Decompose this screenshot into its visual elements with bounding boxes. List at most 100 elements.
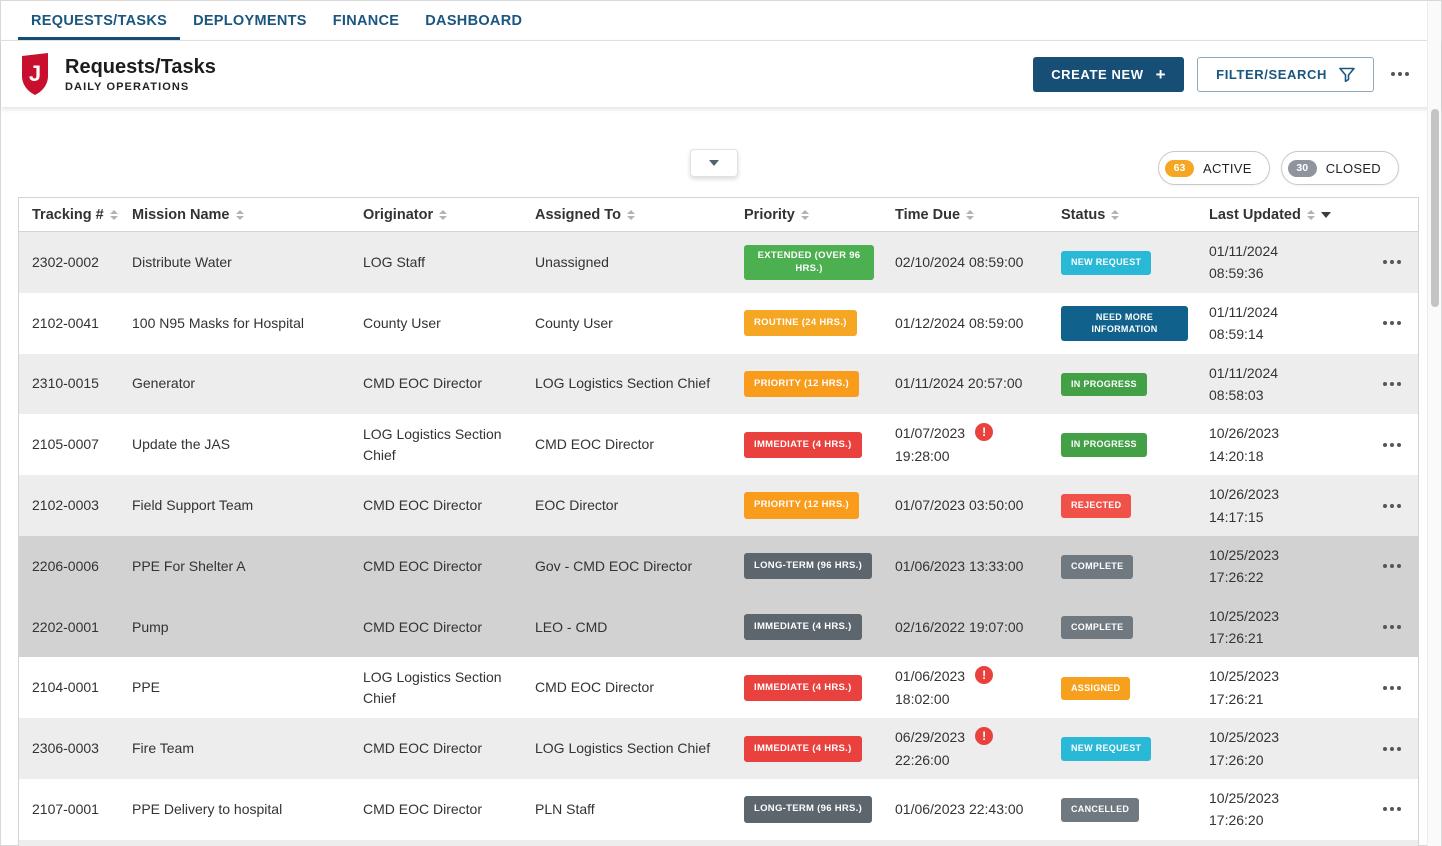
priority-badge: IMMEDIATE (4 HRS.) — [744, 614, 862, 640]
cell-originator: LOG Staff — [350, 244, 522, 281]
cell-time-due: 02/16/2022 19:07:00 ! — [882, 609, 1048, 646]
cell-time-due: 02/10/2024 08:59:00 ! — [882, 244, 1048, 281]
plus-icon: + — [1156, 66, 1167, 83]
cell-last-updated: 10/26/2023 14:17:15 — [1196, 475, 1360, 536]
row-more-icon[interactable] — [1379, 435, 1405, 455]
closed-filter-pill[interactable]: 30 CLOSED — [1281, 151, 1399, 185]
column-label: Status — [1061, 207, 1105, 223]
scrollbar-thumb[interactable] — [1431, 109, 1439, 307]
last-updated-time: 08:58:03 — [1209, 384, 1352, 406]
cell-status: NEED MORE INFORMATION — [1048, 298, 1196, 349]
filter-search-button[interactable]: FILTER/SEARCH — [1197, 57, 1374, 92]
last-updated-date: 10/25/2023 — [1209, 726, 1352, 748]
row-more-icon[interactable] — [1379, 799, 1405, 819]
cell-last-updated: 10/25/2023 17:26:20 — [1196, 718, 1360, 779]
status-badge: REJECTED — [1061, 494, 1131, 518]
column-header[interactable]: Originator — [350, 207, 522, 223]
sort-desc-icon — [1321, 212, 1331, 218]
collapse-panel-button[interactable] — [690, 149, 738, 177]
table-row[interactable]: 2104-0001 PPE LOG Logistics Section Chie… — [19, 657, 1418, 718]
cell-status: ASSIGNED — [1048, 668, 1196, 709]
table-row[interactable]: 2107-0001 PPE Delivery to hospital CMD E… — [19, 779, 1418, 840]
cell-row-actions — [1360, 731, 1418, 767]
page-title: Requests/Tasks — [65, 55, 216, 79]
column-header[interactable]: Assigned To — [522, 207, 731, 223]
cell-time-due: 01/06/202318:02:00 ! — [882, 657, 1048, 718]
cell-assigned-to: Gov - CMD EOC Director — [522, 548, 731, 585]
column-header[interactable]: Mission Name — [119, 207, 350, 223]
last-updated-time: 14:20:18 — [1209, 445, 1352, 467]
page-scrollbar[interactable] — [1427, 1, 1441, 846]
table-row[interactable]: 2302-0002 Distribute Water LOG Staff Una… — [19, 232, 1418, 293]
last-updated-time: 17:26:20 — [1209, 809, 1352, 831]
status-badge: ASSIGNED — [1061, 677, 1130, 701]
row-more-icon[interactable] — [1379, 617, 1405, 637]
table-row[interactable]: 2105-0007 Update the JAS LOG Logistics S… — [19, 414, 1418, 475]
header-more-icon[interactable] — [1387, 64, 1413, 84]
cell-row-actions — [1360, 427, 1418, 463]
nav-tab[interactable]: DEPLOYMENTS — [180, 1, 320, 40]
table-row[interactable]: 2310-0015 Generator CMD EOC Director LOG… — [19, 354, 1418, 415]
cell-priority: EXTENDED (OVER 96 HRS.) — [731, 237, 882, 288]
time-due-text: 01/06/2023 22:43:00 — [895, 799, 1023, 820]
nav-tab[interactable]: REQUESTS/TASKS — [18, 1, 180, 40]
cell-row-actions — [1360, 609, 1418, 645]
table-row[interactable]: 2206-0006 PPE For Shelter A CMD EOC Dire… — [19, 536, 1418, 597]
filter-funnel-icon — [1339, 67, 1355, 82]
table-row[interactable]: 2205-0002 Front End Loader JUV - EOC Man… — [19, 840, 1418, 846]
create-new-button[interactable]: CREATE NEW + — [1033, 57, 1184, 92]
status-badge: NEED MORE INFORMATION — [1061, 306, 1188, 341]
row-more-icon[interactable] — [1379, 556, 1405, 576]
status-badge: COMPLETE — [1061, 616, 1133, 640]
table-row[interactable]: 2306-0003 Fire Team CMD EOC Director LOG… — [19, 718, 1418, 779]
priority-badge: IMMEDIATE (4 HRS.) — [744, 736, 862, 762]
last-updated-date: 10/26/2023 — [1209, 483, 1352, 505]
cell-originator: CMD EOC Director — [350, 487, 522, 524]
time-due-text: 01/06/2023 13:33:00 — [895, 556, 1023, 577]
last-updated-date: 01/11/2024 — [1209, 240, 1352, 262]
row-more-icon[interactable] — [1379, 739, 1405, 759]
cell-originator: CMD EOC Director — [350, 791, 522, 828]
app-logo: J — [18, 53, 52, 95]
cell-assigned-to: CMD EOC Director — [522, 669, 731, 706]
priority-badge: IMMEDIATE (4 HRS.) — [744, 675, 862, 701]
chevron-down-icon — [709, 160, 719, 166]
active-filter-label: ACTIVE — [1203, 161, 1252, 176]
closed-filter-label: CLOSED — [1326, 161, 1381, 176]
cell-priority: IMMEDIATE (4 HRS.) — [731, 728, 882, 770]
sort-icon — [1111, 210, 1119, 220]
cell-priority: IMMEDIATE (4 HRS.) — [731, 667, 882, 709]
row-more-icon[interactable] — [1379, 678, 1405, 698]
cell-mission-name: Pump — [119, 609, 350, 646]
cell-status: COMPLETE — [1048, 607, 1196, 648]
row-more-icon[interactable] — [1379, 252, 1405, 272]
cell-last-updated: 10/25/2023 17:26:21 — [1196, 657, 1360, 718]
sort-icon — [966, 210, 974, 220]
cell-assigned-to: CMD EOC Director — [522, 426, 731, 463]
row-more-icon[interactable] — [1379, 496, 1405, 516]
nav-tab[interactable]: DASHBOARD — [412, 1, 535, 40]
table-row[interactable]: 2202-0001 Pump CMD EOC Director LEO - CM… — [19, 597, 1418, 658]
cell-status: NEW REQUEST — [1048, 242, 1196, 283]
table-body: 2302-0002 Distribute Water LOG Staff Una… — [19, 232, 1418, 846]
tab-label: DASHBOARD — [425, 13, 522, 29]
overdue-icon: ! — [975, 727, 993, 745]
column-header[interactable]: Status — [1048, 207, 1196, 223]
cell-originator: CMD EOC Director — [350, 365, 522, 402]
cell-priority: ROUTINE (24 HRS.) — [731, 302, 882, 344]
cell-status: CANCELLED — [1048, 789, 1196, 830]
column-header[interactable]: Tracking # — [19, 207, 119, 223]
active-filter-pill[interactable]: 63 ACTIVE — [1158, 151, 1270, 185]
overdue-icon: ! — [975, 666, 993, 684]
time-due-text: 01/07/202319:28:00 — [895, 422, 965, 467]
column-header[interactable]: Last Updated — [1196, 207, 1360, 223]
nav-tab[interactable]: FINANCE — [320, 1, 413, 40]
column-header[interactable]: Time Due — [882, 207, 1048, 223]
row-more-icon[interactable] — [1379, 313, 1405, 333]
row-more-icon[interactable] — [1379, 374, 1405, 394]
table-row[interactable]: 2102-0003 Field Support Team CMD EOC Dir… — [19, 475, 1418, 536]
cell-row-actions — [1360, 791, 1418, 827]
column-header[interactable]: Priority — [731, 207, 882, 223]
table-row[interactable]: 2102-0041 100 N95 Masks for Hospital Cou… — [19, 293, 1418, 354]
last-updated-time: 17:26:21 — [1209, 627, 1352, 649]
